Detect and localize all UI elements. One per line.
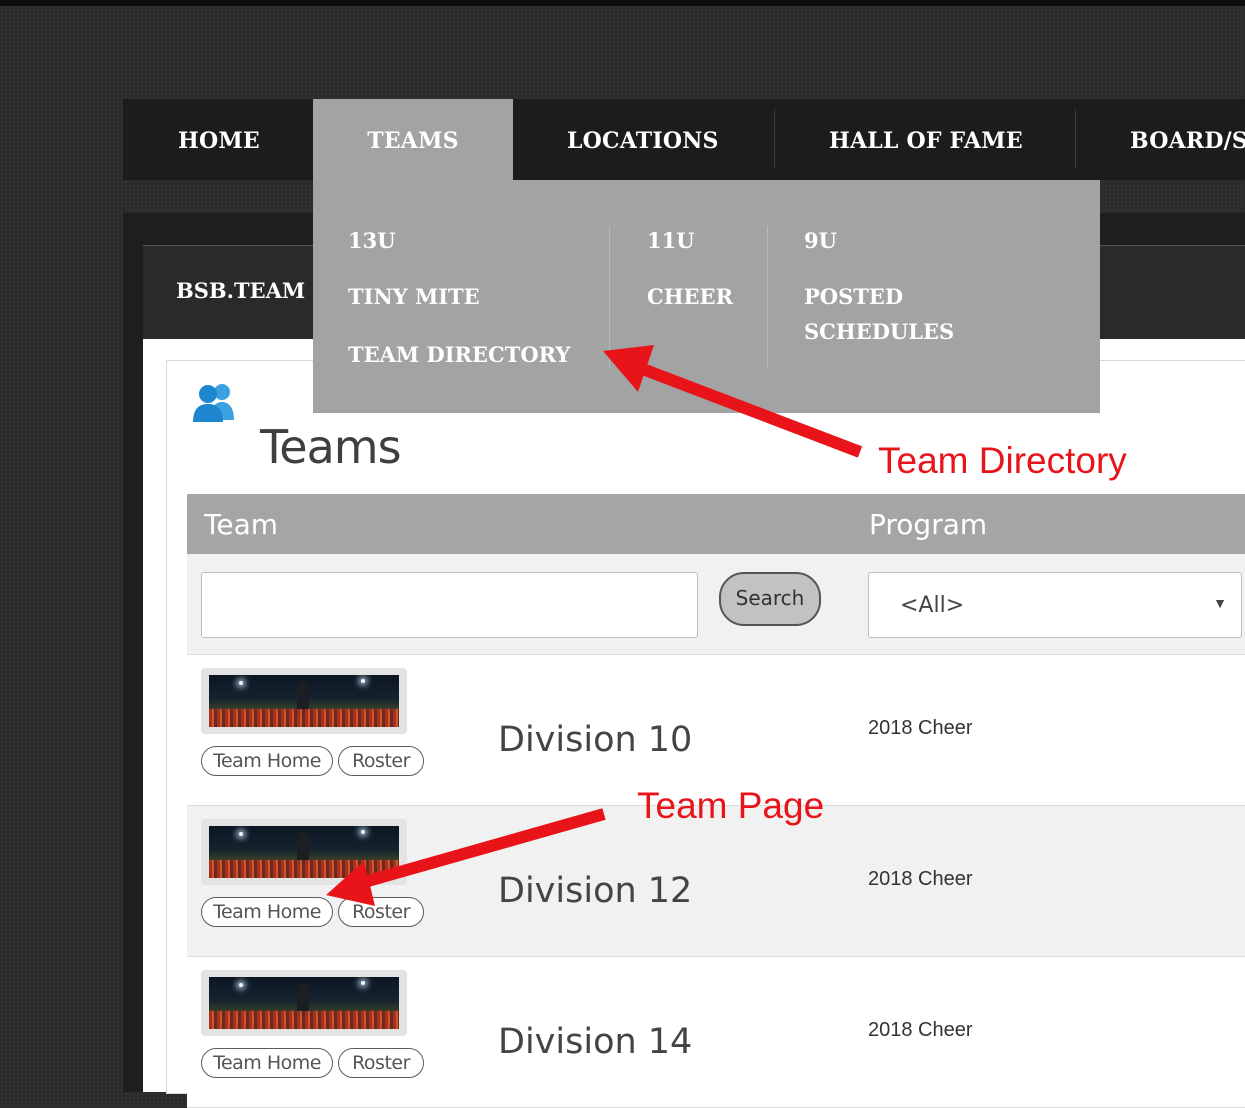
arrow-team-page	[326, 808, 606, 906]
annotation-team-page: Team Page	[637, 785, 825, 826]
annotation-arrows	[326, 345, 863, 906]
arrow-team-directory	[603, 345, 863, 458]
annotation-team-directory: Team Directory	[878, 440, 1127, 481]
